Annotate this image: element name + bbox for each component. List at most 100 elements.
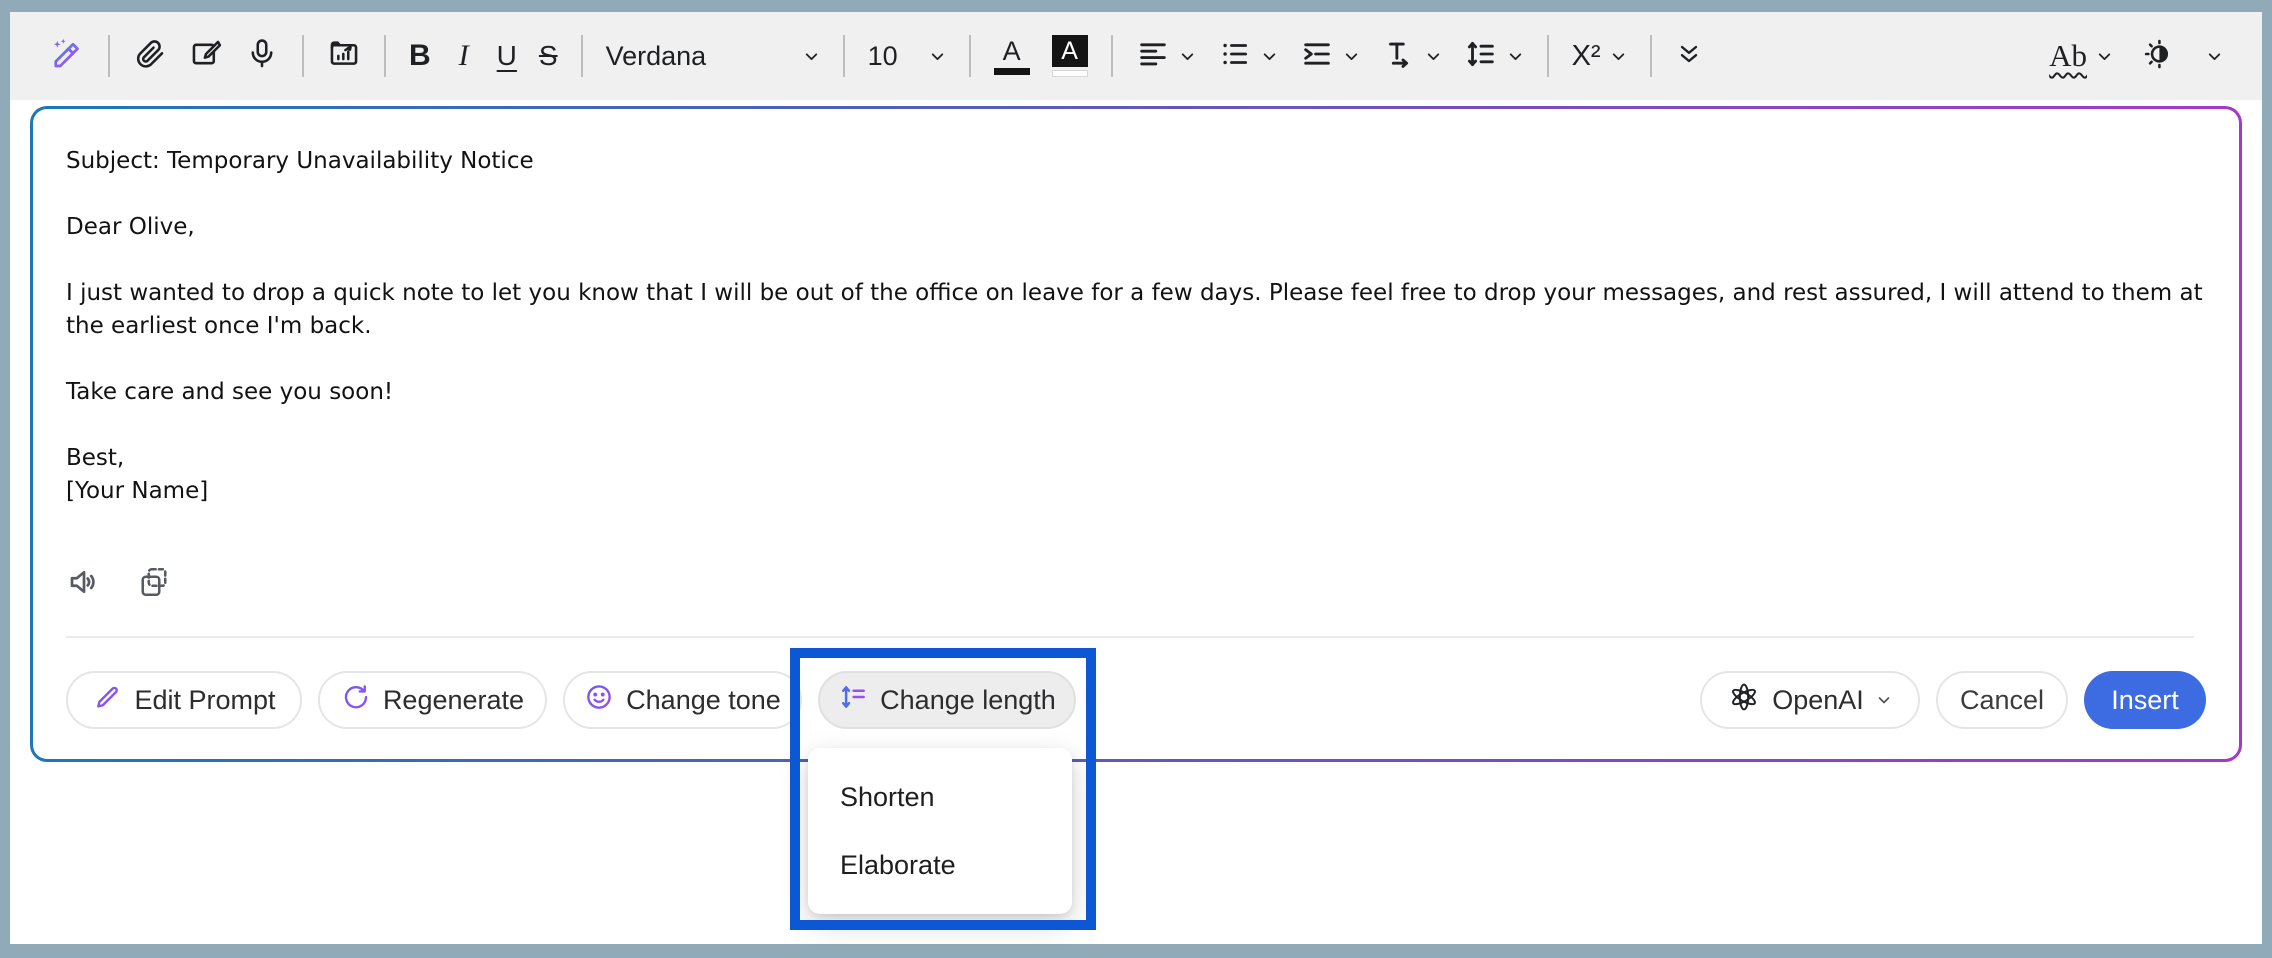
menu-item-elaborate[interactable]: Elaborate bbox=[808, 835, 1072, 895]
chevron-down-icon bbox=[1876, 692, 1892, 708]
voice-input-button[interactable] bbox=[234, 26, 290, 86]
attach-button[interactable] bbox=[122, 26, 178, 86]
ai-response-panel: Subject: Temporary Unavailability Notice… bbox=[33, 109, 2239, 759]
ai-assistant-button[interactable] bbox=[38, 26, 96, 86]
signature-button[interactable] bbox=[178, 26, 234, 86]
ai-assistant-pen-icon bbox=[49, 36, 85, 77]
email-signature: [Your Name] bbox=[66, 475, 2206, 508]
bullet-list-select[interactable] bbox=[1207, 26, 1289, 86]
menu-item-shorten[interactable]: Shorten bbox=[808, 767, 1072, 827]
email-paragraph: I just wanted to drop a quick note to le… bbox=[66, 277, 2206, 343]
spellcheck-select[interactable]: Ab bbox=[2038, 26, 2124, 86]
toolbar-divider bbox=[108, 35, 110, 77]
insert-button[interactable]: Insert bbox=[2084, 671, 2206, 729]
toolbar-divider bbox=[302, 35, 304, 77]
cancel-button[interactable]: Cancel bbox=[1936, 671, 2068, 729]
align-icon bbox=[1136, 37, 1170, 76]
superscript-icon: X² bbox=[1572, 40, 1601, 73]
editor-window: B I U S Verdana 10 A bbox=[10, 12, 2262, 944]
text-direction-select[interactable] bbox=[1371, 26, 1453, 86]
provider-select[interactable]: OpenAI bbox=[1700, 671, 1920, 729]
chevron-down-icon bbox=[2096, 48, 2113, 65]
chevron-down-icon bbox=[1425, 48, 1442, 65]
copy-button[interactable] bbox=[133, 561, 175, 603]
more-tools-icon bbox=[1675, 40, 1703, 73]
font-family-value: Verdana bbox=[606, 41, 794, 72]
edit-prompt-label: Edit Prompt bbox=[134, 685, 275, 716]
display-contrast-select[interactable] bbox=[2130, 26, 2234, 86]
attach-icon bbox=[133, 37, 167, 76]
chevron-down-icon bbox=[1343, 48, 1360, 65]
edit-prompt-button[interactable]: Edit Prompt bbox=[66, 671, 302, 729]
email-signoff: Best, bbox=[66, 442, 2206, 475]
line-spacing-icon bbox=[1464, 37, 1498, 76]
display-contrast-icon bbox=[2141, 37, 2175, 76]
bold-icon: B bbox=[409, 39, 431, 73]
formatting-toolbar: B I U S Verdana 10 A bbox=[10, 12, 2262, 100]
indent-icon bbox=[1300, 37, 1334, 76]
email-closing: Take care and see you soon! bbox=[66, 376, 2206, 409]
edit-prompt-pen-icon bbox=[92, 682, 122, 719]
insert-label: Insert bbox=[2111, 685, 2179, 716]
font-color-button[interactable]: A bbox=[983, 26, 1041, 86]
toolbar-divider bbox=[969, 35, 971, 77]
openai-logo-icon bbox=[1728, 681, 1760, 720]
chevron-down-icon bbox=[1610, 48, 1627, 65]
read-aloud-button[interactable] bbox=[63, 561, 105, 603]
change-tone-button[interactable]: Change tone bbox=[563, 671, 802, 729]
ai-actions-row: Edit Prompt Regenerate bbox=[66, 671, 2206, 729]
ai-response-panel-border: Subject: Temporary Unavailability Notice… bbox=[30, 106, 2242, 762]
font-size-select[interactable]: 10 bbox=[857, 26, 957, 86]
bold-button[interactable]: B bbox=[398, 26, 442, 86]
regenerate-icon bbox=[341, 682, 371, 719]
provider-label: OpenAI bbox=[1772, 685, 1864, 716]
voice-input-icon bbox=[245, 37, 279, 76]
underline-button[interactable]: U bbox=[486, 26, 528, 86]
font-color-icon: A bbox=[994, 37, 1030, 75]
chevron-down-icon bbox=[1507, 48, 1524, 65]
line-spacing-select[interactable] bbox=[1453, 26, 1535, 86]
chevron-down-icon bbox=[803, 48, 820, 65]
toolbar-divider bbox=[843, 35, 845, 77]
chevron-down-icon bbox=[1261, 48, 1278, 65]
toolbar-divider bbox=[1547, 35, 1549, 77]
copy-icon bbox=[136, 564, 172, 600]
email-subject-line: Subject: Temporary Unavailability Notice bbox=[66, 145, 2206, 178]
insert-image-button[interactable] bbox=[316, 26, 372, 86]
signature-icon bbox=[189, 37, 223, 76]
change-tone-smiley-icon bbox=[584, 682, 614, 719]
change-length-icon bbox=[838, 682, 868, 719]
italic-button[interactable]: I bbox=[442, 26, 486, 86]
highlight-color-icon: A bbox=[1052, 35, 1088, 77]
change-tone-label: Change tone bbox=[626, 685, 781, 716]
strikethrough-icon: S bbox=[539, 40, 558, 72]
highlight-color-button[interactable]: A bbox=[1041, 26, 1099, 86]
font-size-value: 10 bbox=[868, 41, 920, 72]
superscript-select[interactable]: X² bbox=[1561, 26, 1638, 86]
chevron-down-icon bbox=[1179, 48, 1196, 65]
regenerate-label: Regenerate bbox=[383, 685, 524, 716]
underline-icon: U bbox=[497, 40, 517, 72]
change-length-menu: Shorten Elaborate bbox=[808, 748, 1072, 914]
font-family-select[interactable]: Verdana bbox=[595, 26, 831, 86]
indent-select[interactable] bbox=[1289, 26, 1371, 86]
read-aloud-icon bbox=[66, 564, 102, 600]
chevron-down-icon bbox=[929, 48, 946, 65]
strikethrough-button[interactable]: S bbox=[528, 26, 569, 86]
insert-image-icon bbox=[327, 37, 361, 76]
toolbar-divider bbox=[384, 35, 386, 77]
change-length-label: Change length bbox=[880, 685, 1056, 716]
generated-email-text[interactable]: Subject: Temporary Unavailability Notice… bbox=[66, 145, 2206, 508]
toolbar-divider bbox=[581, 35, 583, 77]
toolbar-divider bbox=[1650, 35, 1652, 77]
cancel-label: Cancel bbox=[1960, 685, 2044, 716]
chevron-down-icon bbox=[2206, 48, 2223, 65]
email-greeting: Dear Olive, bbox=[66, 211, 2206, 244]
italic-icon: I bbox=[453, 39, 475, 73]
text-direction-icon bbox=[1382, 37, 1416, 76]
regenerate-button[interactable]: Regenerate bbox=[318, 671, 547, 729]
change-length-button[interactable]: Change length bbox=[818, 671, 1076, 729]
more-tools-button[interactable] bbox=[1664, 26, 1714, 86]
align-select[interactable] bbox=[1125, 26, 1207, 86]
panel-divider bbox=[66, 636, 2194, 638]
